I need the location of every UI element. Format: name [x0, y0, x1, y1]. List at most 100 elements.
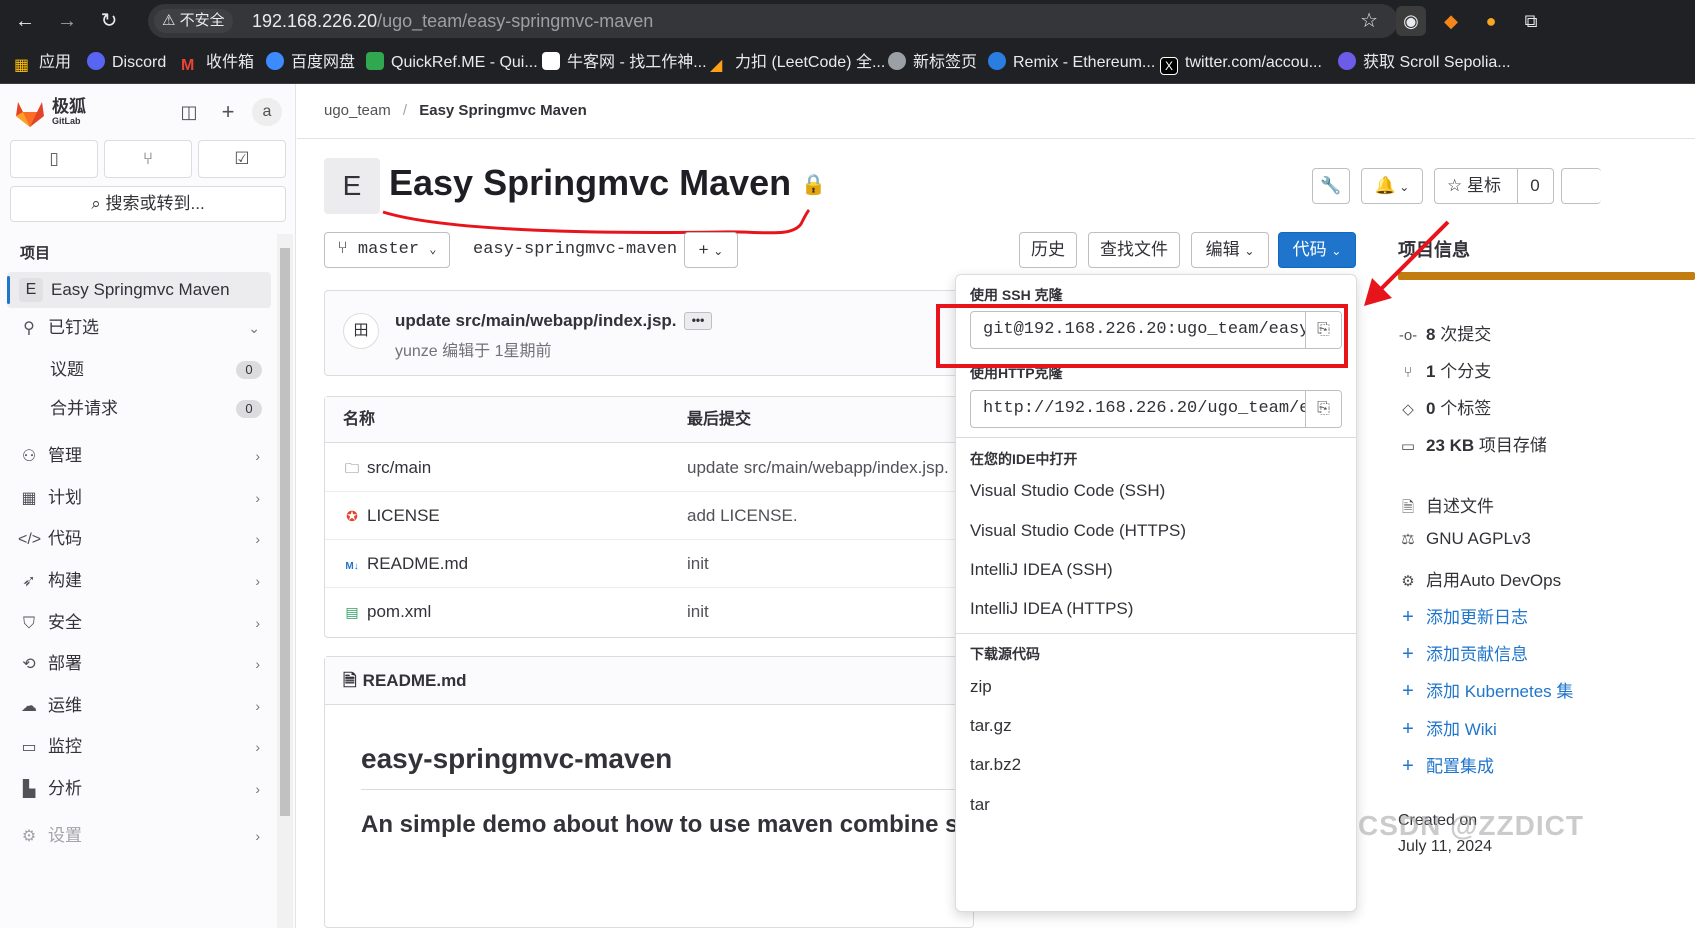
sidebar-item-deploy[interactable]: ⟲ 部署 › — [18, 646, 268, 682]
file-name[interactable]: ✪ LICENSE — [343, 492, 440, 540]
sidebar-item-pinned[interactable]: ⚲ 已钉选 ⌄ — [18, 310, 268, 346]
bookmark-scroll[interactable]: 获取 Scroll Sepolia... — [1338, 42, 1511, 84]
download-zip[interactable]: zip — [970, 677, 992, 697]
file-last-commit[interactable]: init — [687, 540, 709, 588]
table-row[interactable]: 🗀 src/main update src/main/webapp/index.j… — [325, 444, 973, 492]
file-name[interactable]: ▤ pom.xml — [343, 588, 431, 636]
configure-integrations-link[interactable]: + 配置集成 — [1398, 752, 1494, 778]
bookmark-new-tab[interactable]: 新标签页 — [888, 42, 977, 84]
edit-button[interactable]: 编辑 ⌄ — [1191, 232, 1269, 268]
branch-selector[interactable]: ⑂ master ⌄ — [324, 232, 450, 268]
star-button[interactable]: ☆ 星标 0 — [1434, 168, 1554, 204]
add-wiki-link[interactable]: + 添加 Wiki — [1398, 715, 1497, 741]
commits-stat[interactable]: -o- 8 次提交 — [1398, 320, 1491, 345]
tags-stat[interactable]: ◇ 0 个标签 — [1398, 394, 1491, 419]
fork-button[interactable] — [1561, 168, 1601, 204]
sidebar-item-merge-requests[interactable]: 合并请求 0 — [18, 391, 268, 427]
file-last-commit[interactable]: update src/main/webapp/index.jsp. — [687, 444, 949, 492]
table-row[interactable]: ▤ pom.xml init — [325, 588, 973, 636]
insecure-badge[interactable]: ⚠ 不安全 — [154, 9, 233, 33]
bookmark-leetcode[interactable]: ◢ 力扣 (LeetCode) 全... — [710, 42, 885, 84]
sidebar-item-operate[interactable]: ☁ 运维 › — [18, 688, 268, 724]
url-text[interactable]: 192.168.226.20/ugo_team/easy-springmvc-m… — [252, 4, 653, 38]
todos-shortcut-button[interactable]: ☑ — [198, 140, 286, 178]
extension-bear-icon[interactable]: ● — [1476, 6, 1506, 36]
storage-stat[interactable]: ▭ 23 KB 项目存储 — [1398, 431, 1547, 456]
readme-link[interactable]: 🗎 自述文件 — [1398, 492, 1494, 522]
sidebar-item-plan[interactable]: ▦ 计划 › — [18, 480, 268, 516]
metamask-fox-icon[interactable]: ◆ — [1436, 6, 1466, 36]
scrollbar-thumb[interactable] — [280, 248, 290, 816]
sidebar-item-monitor[interactable]: ▭ 监控 › — [18, 729, 268, 765]
bookmark-baidu-pan[interactable]: 百度网盘 — [266, 42, 355, 84]
http-clone-url[interactable]: http://192.168.226.20/ugo_team/easy-spri… — [971, 391, 1307, 427]
breadcrumb-group[interactable]: ugo_team — [324, 102, 391, 119]
forward-arrow-icon[interactable]: → — [54, 8, 80, 34]
copy-clipboard-icon[interactable]: ⎘ — [1305, 391, 1341, 427]
collapse-sidebar-icon[interactable]: ◫ — [175, 98, 203, 126]
bookmark-nowcoder[interactable]: 牛客网 - 找工作神... — [542, 42, 707, 84]
bookmark-inbox[interactable]: M 收件箱 — [181, 42, 254, 84]
gitlab-tanuki-icon[interactable] — [14, 98, 46, 128]
table-row[interactable]: M↓ README.md init — [325, 540, 973, 588]
ide-option-vscode-https[interactable]: Visual Studio Code (HTTPS) — [970, 521, 1186, 541]
history-button[interactable]: 历史 — [1019, 232, 1077, 268]
sidebar-item-analyze[interactable]: ▙ 分析 › — [18, 771, 268, 807]
file-name[interactable]: M↓ README.md — [343, 540, 468, 591]
bookmark-twitter[interactable]: Xtwitter.com/accou... — [1160, 42, 1322, 84]
extensions-puzzle-icon[interactable]: ⧉ — [1516, 6, 1546, 36]
link-label: 启用Auto DevOps — [1426, 571, 1562, 590]
settings-icon: ⚙ — [21, 828, 37, 845]
bookmark-remix[interactable]: Remix - Ethereum... — [988, 42, 1155, 84]
bookmark-quickref[interactable]: QuickRef.ME - Qui... — [366, 42, 538, 84]
auto-devops-link[interactable]: ⚙ 启用Auto DevOps — [1398, 566, 1561, 591]
path-root[interactable]: easy-springmvc-maven — [473, 240, 677, 259]
find-file-button[interactable]: 查找文件 — [1088, 232, 1180, 268]
download-tar-gz[interactable]: tar.gz — [970, 716, 1012, 736]
readme-filename[interactable]: README.md — [363, 671, 467, 690]
admin-wrench-button[interactable]: 🔧 — [1312, 168, 1350, 204]
sidebar-item-build[interactable]: ➶ 构建 › — [18, 563, 268, 599]
address-bar[interactable]: ⚠ 不安全 192.168.226.20/ugo_team/easy-sprin… — [148, 4, 1398, 38]
plus-icon[interactable]: + — [214, 98, 242, 126]
breadcrumb-project[interactable]: Easy Springmvc Maven — [419, 102, 587, 119]
notifications-button[interactable]: 🔔 ⌄ — [1361, 168, 1423, 204]
file-name[interactable]: 🗀 src/main — [343, 444, 431, 492]
sidebar-scrollbar[interactable] — [277, 234, 293, 928]
download-tar-bz2[interactable]: tar.bz2 — [970, 755, 1021, 775]
expand-commit-button[interactable]: ••• — [684, 312, 712, 330]
reload-icon[interactable]: ↻ — [96, 8, 122, 34]
ide-option-vscode-ssh[interactable]: Visual Studio Code (SSH) — [970, 481, 1165, 501]
add-contributing-link[interactable]: + 添加贡献信息 — [1398, 640, 1528, 666]
add-changelog-link[interactable]: + 添加更新日志 — [1398, 603, 1528, 629]
sidebar-item-code[interactable]: </> 代码 › — [18, 521, 268, 557]
table-row[interactable]: ✪ LICENSE add LICENSE. — [325, 492, 973, 540]
file-last-commit[interactable]: init — [687, 588, 709, 636]
add-kubernetes-link[interactable]: + 添加 Kubernetes 集 — [1398, 677, 1573, 703]
commit-author-avatar[interactable]: 田 — [343, 313, 379, 349]
commit-message[interactable]: update src/main/webapp/index.jsp. — [395, 311, 677, 331]
user-avatar[interactable]: a — [252, 98, 282, 126]
ide-option-intellij-ssh[interactable]: IntelliJ IDEA (SSH) — [970, 560, 1113, 580]
issues-shortcut-button[interactable]: ▯ — [10, 140, 98, 178]
license-link[interactable]: ⚖ GNU AGPLv3 — [1398, 529, 1531, 549]
extension-glasses-icon[interactable]: ◉ — [1396, 6, 1426, 36]
merge-requests-shortcut-button[interactable]: ⑂ — [104, 140, 192, 178]
download-tar[interactable]: tar — [970, 795, 990, 815]
sidebar-item-security[interactable]: ⛉ 安全 › — [18, 605, 268, 641]
add-file-button[interactable]: + ⌄ — [684, 232, 738, 268]
back-arrow-icon[interactable]: ← — [12, 8, 38, 34]
http-clone-field[interactable]: http://192.168.226.20/ugo_team/easy-spri… — [970, 390, 1342, 428]
bookmark-apps[interactable]: ▦ 应用 — [14, 42, 71, 84]
sidebar-item-manage[interactable]: ⚇ 管理 › — [18, 438, 268, 474]
ide-option-intellij-https[interactable]: IntelliJ IDEA (HTTPS) — [970, 599, 1133, 619]
branches-stat[interactable]: ⑂ 1 个分支 — [1398, 357, 1491, 382]
code-button[interactable]: 代码 ⌄ — [1278, 232, 1356, 268]
bookmark-discord[interactable]: Discord — [87, 42, 166, 84]
sidebar-item-settings[interactable]: ⚙ 设置 › — [18, 818, 268, 854]
sidebar-item-issues[interactable]: 议题 0 — [18, 352, 268, 388]
search-button[interactable]: ⌕ 搜索或转到... — [10, 186, 286, 222]
file-last-commit[interactable]: add LICENSE. — [687, 492, 798, 540]
bookmark-star-icon[interactable]: ☆ — [1360, 4, 1378, 38]
current-project-item[interactable]: E Easy Springmvc Maven — [7, 272, 271, 308]
